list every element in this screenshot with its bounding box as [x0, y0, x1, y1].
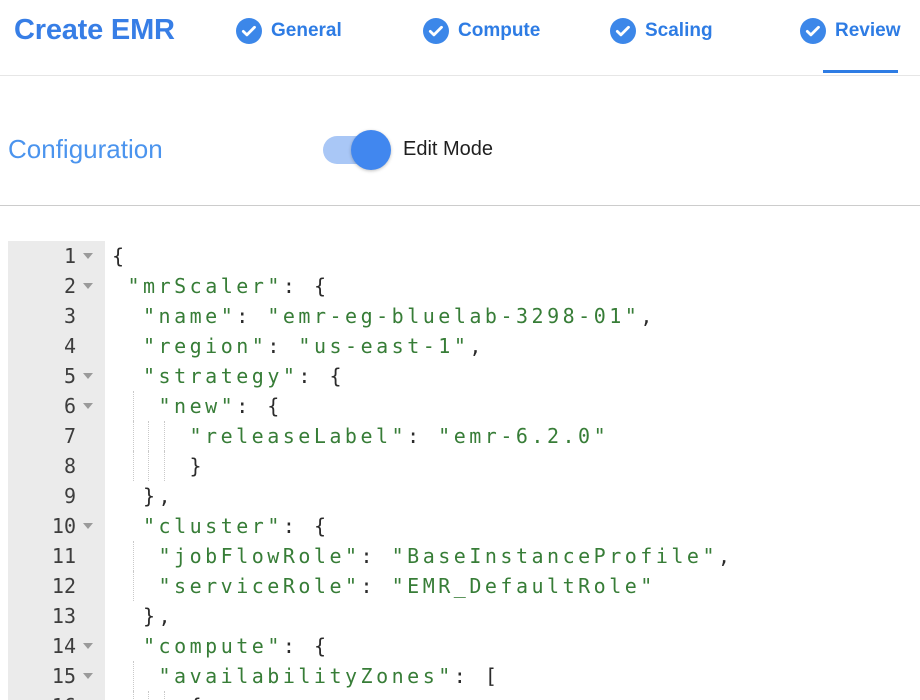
- code-line[interactable]: 6 "new": {: [8, 391, 920, 421]
- indent-guide: [148, 421, 149, 451]
- fold-arrow-icon[interactable]: [76, 241, 99, 271]
- line-number: 5: [64, 361, 76, 391]
- step-tab-label: Review: [835, 20, 900, 42]
- line-number: 9: [64, 481, 76, 511]
- code-text[interactable]: "new": {: [105, 391, 920, 421]
- fold-arrow-icon[interactable]: [76, 631, 99, 661]
- step-tab-label: Compute: [458, 20, 540, 42]
- code-text[interactable]: "mrScaler": {: [105, 271, 920, 301]
- edit-mode-label: Edit Mode: [403, 138, 493, 161]
- line-number: 15: [52, 661, 76, 691]
- step-tab-general[interactable]: General: [236, 18, 342, 44]
- code-text[interactable]: }: [105, 451, 920, 481]
- code-line[interactable]: 4 "region": "us-east-1",: [8, 331, 920, 361]
- line-number: 2: [64, 271, 76, 301]
- line-number: 11: [52, 541, 76, 571]
- code-text[interactable]: },: [105, 601, 920, 631]
- check-circle-icon: [423, 18, 449, 44]
- code-line[interactable]: 11 "jobFlowRole": "BaseInstanceProfile",: [8, 541, 920, 571]
- indent-guide: [148, 691, 149, 700]
- line-number: 6: [64, 391, 76, 421]
- step-tab-compute[interactable]: Compute: [423, 18, 540, 44]
- code-text[interactable]: {: [105, 241, 920, 271]
- fold-spacer: [76, 571, 99, 601]
- fold-arrow-icon[interactable]: [76, 661, 99, 691]
- wizard-header: Create EMR General Compute Scaling Review: [0, 0, 920, 76]
- section-title-configuration: Configuration: [8, 134, 163, 165]
- code-line[interactable]: 1{: [8, 241, 920, 271]
- line-number: 13: [52, 601, 76, 631]
- fold-arrow-icon[interactable]: [76, 271, 99, 301]
- fold-spacer: [76, 451, 99, 481]
- code-text[interactable]: "releaseLabel": "emr-6.2.0": [105, 421, 920, 451]
- code-text[interactable]: "availabilityZones": [: [105, 661, 920, 691]
- step-tab-label: General: [271, 20, 342, 42]
- step-tab-label: Scaling: [645, 20, 713, 42]
- indent-guide: [133, 541, 134, 571]
- indent-guide: [133, 391, 134, 421]
- code-text[interactable]: "region": "us-east-1",: [105, 331, 920, 361]
- toggle-knob-icon: [351, 130, 391, 170]
- fold-spacer: [76, 601, 99, 631]
- code-text[interactable]: },: [105, 481, 920, 511]
- indent-guide: [133, 421, 134, 451]
- indent-guide: [164, 691, 165, 700]
- indent-guide: [148, 451, 149, 481]
- line-number: 16: [52, 691, 76, 700]
- line-number: 12: [52, 571, 76, 601]
- code-text[interactable]: {: [105, 691, 920, 700]
- create-emr-page: Create EMR General Compute Scaling Review C…: [0, 0, 920, 700]
- fold-spacer: [76, 541, 99, 571]
- step-tab-scaling[interactable]: Scaling: [610, 18, 713, 44]
- divider: [0, 205, 920, 206]
- fold-arrow-icon[interactable]: [76, 511, 99, 541]
- code-line[interactable]: 10 "cluster": {: [8, 511, 920, 541]
- indent-guide: [133, 691, 134, 700]
- fold-spacer: [76, 301, 99, 331]
- fold-arrow-icon[interactable]: [76, 361, 99, 391]
- code-line[interactable]: 8}: [8, 451, 920, 481]
- code-text[interactable]: "strategy": {: [105, 361, 920, 391]
- line-number: 8: [64, 451, 76, 481]
- line-number: 4: [64, 331, 76, 361]
- code-text[interactable]: "compute": {: [105, 631, 920, 661]
- indent-guide: [133, 661, 134, 691]
- check-circle-icon: [800, 18, 826, 44]
- code-line[interactable]: 5 "strategy": {: [8, 361, 920, 391]
- code-line[interactable]: 16 {: [8, 691, 920, 700]
- fold-arrow-icon[interactable]: [76, 691, 99, 700]
- line-number: 1: [64, 241, 76, 271]
- line-number: 7: [64, 421, 76, 451]
- line-number: 10: [52, 511, 76, 541]
- code-text[interactable]: "cluster": {: [105, 511, 920, 541]
- step-tab-review[interactable]: Review: [800, 18, 900, 44]
- fold-spacer: [76, 481, 99, 511]
- code-line[interactable]: 2 "mrScaler": {: [8, 271, 920, 301]
- indent-guide: [133, 571, 134, 601]
- fold-spacer: [76, 331, 99, 361]
- check-circle-icon: [236, 18, 262, 44]
- code-line[interactable]: 15 "availabilityZones": [: [8, 661, 920, 691]
- code-line[interactable]: 7 "releaseLabel": "emr-6.2.0": [8, 421, 920, 451]
- code-line[interactable]: 12 "serviceRole": "EMR_DefaultRole": [8, 571, 920, 601]
- edit-mode-toggle[interactable]: [323, 130, 385, 170]
- code-line[interactable]: 13},: [8, 601, 920, 631]
- fold-spacer: [76, 421, 99, 451]
- page-title: Create EMR: [14, 14, 175, 47]
- fold-arrow-icon[interactable]: [76, 391, 99, 421]
- indent-guide: [164, 451, 165, 481]
- code-line[interactable]: 9},: [8, 481, 920, 511]
- check-circle-icon: [610, 18, 636, 44]
- code-text[interactable]: "name": "emr-eg-bluelab-3298-01",: [105, 301, 920, 331]
- code-text[interactable]: "serviceRole": "EMR_DefaultRole": [105, 571, 920, 601]
- json-editor[interactable]: 1{2"mrScaler": {3"name": "emr-eg-bluelab…: [8, 241, 920, 700]
- line-number: 3: [64, 301, 76, 331]
- code-line[interactable]: 14 "compute": {: [8, 631, 920, 661]
- indent-guide: [164, 421, 165, 451]
- code-text[interactable]: "jobFlowRole": "BaseInstanceProfile",: [105, 541, 920, 571]
- indent-guide: [133, 451, 134, 481]
- line-number: 14: [52, 631, 76, 661]
- code-line[interactable]: 3 "name": "emr-eg-bluelab-3298-01",: [8, 301, 920, 331]
